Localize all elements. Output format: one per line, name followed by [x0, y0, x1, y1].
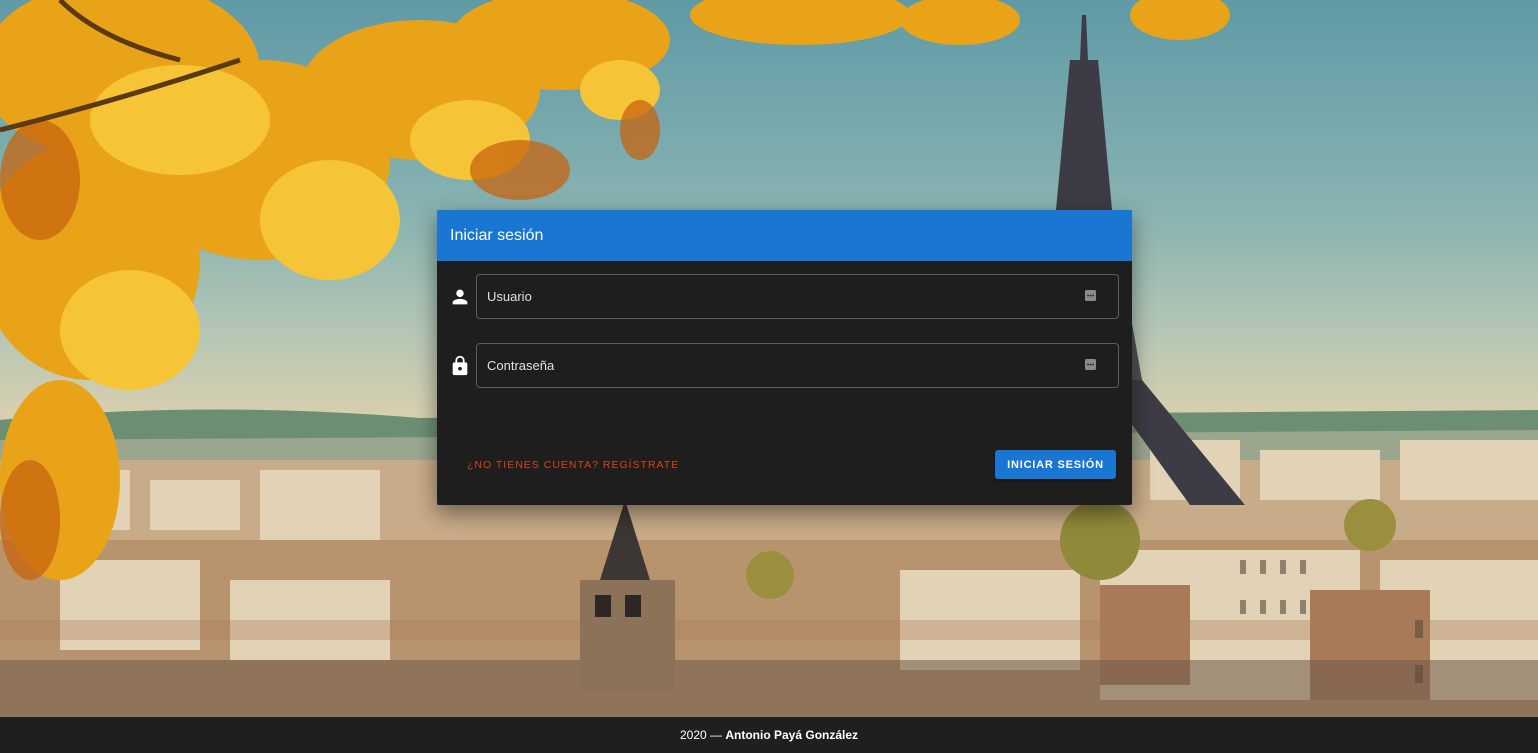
footer-author: Antonio Payá González — [725, 728, 859, 742]
username-field-box[interactable] — [476, 274, 1119, 319]
password-field-row — [449, 343, 1119, 388]
footer: 2020 — Antonio Payá González — [0, 717, 1538, 753]
password-input[interactable] — [485, 344, 1075, 387]
autofill-key-icon[interactable] — [1085, 290, 1096, 301]
username-field-row — [449, 274, 1119, 319]
footer-year: 2020 — [679, 728, 707, 742]
login-card-title: Iniciar sesión — [437, 210, 1132, 261]
footer-separator: — — [706, 728, 726, 742]
login-button[interactable]: Iniciar sesión — [995, 450, 1116, 479]
lock-icon — [452, 355, 468, 376]
username-input[interactable] — [485, 275, 1075, 318]
login-card: Iniciar sesión Usuario ¿NO TIENES CUENTA… — [437, 210, 1132, 505]
register-link[interactable]: ¿No tienes cuenta? Regístrate — [467, 459, 679, 471]
account-icon — [452, 289, 468, 305]
password-field-box[interactable] — [476, 343, 1119, 388]
autofill-key-icon[interactable] — [1085, 359, 1096, 370]
